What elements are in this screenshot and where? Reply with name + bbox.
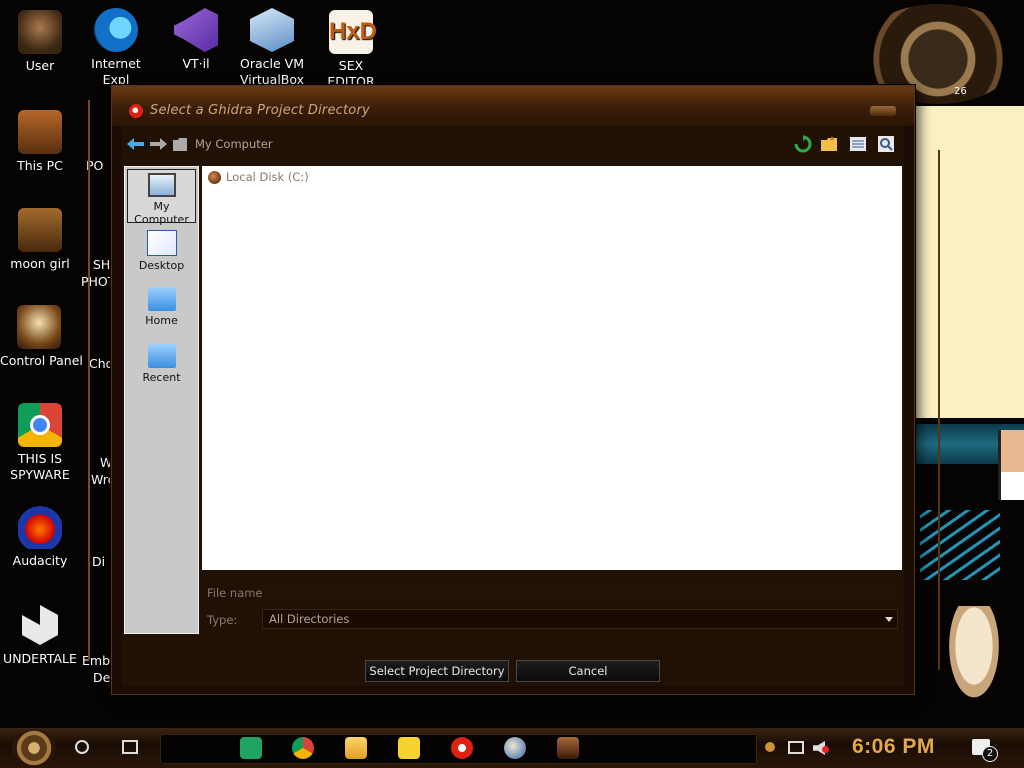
desktop-icon-moon-girl[interactable]: moon girl [0, 208, 80, 272]
control-panel-icon [17, 305, 61, 349]
type-select[interactable]: All Directories [262, 609, 898, 629]
place-label: Home [145, 314, 178, 327]
hxd-icon: HxD [329, 10, 377, 54]
sticky-notes-icon[interactable] [398, 737, 420, 759]
new-folder-icon[interactable] [820, 135, 838, 153]
file-name: Local Disk (C:) [226, 170, 309, 184]
desktop-icon-label: Audacity [12, 553, 68, 568]
place-recent[interactable]: Recent [127, 341, 196, 395]
show-hidden-icons-icon[interactable] [765, 742, 775, 752]
desktop-icon-label: UNDERTALE [3, 651, 77, 666]
filename-input[interactable] [262, 582, 898, 602]
dialog-toolbar: My Computer [122, 126, 904, 164]
cancel-button[interactable]: Cancel [516, 660, 660, 682]
desktop-icon-label: VT·il [182, 56, 210, 71]
visual-studio-icon [174, 8, 218, 52]
virtualbox-icon [250, 8, 294, 52]
taskbar-clock[interactable]: 6:06 PM [852, 735, 935, 759]
file-list[interactable]: Local Disk (C:) [202, 166, 902, 570]
recent-folder-icon [147, 344, 176, 368]
java-icon[interactable] [557, 737, 579, 759]
desktop-icon-label: Oracle VM [240, 56, 304, 71]
taskbar: 6:06 PM 2 [0, 728, 1024, 768]
desktop-icon-label: Internet Expl [91, 56, 141, 87]
desktop-icon-spyware[interactable]: THIS IS SPYWARE [0, 403, 80, 483]
ghidra-icon [129, 104, 143, 118]
chrome-icon[interactable] [292, 737, 314, 759]
mute-indicator-icon [822, 746, 829, 753]
desktop-icon-internet-explorer[interactable]: Internet Expl [76, 8, 156, 88]
wallpaper-figure [998, 430, 1024, 500]
disk-icon [208, 170, 221, 184]
place-label: Desktop [138, 259, 185, 272]
place-label: Recent [142, 371, 181, 384]
desktop-icon-label: This PC [17, 158, 63, 173]
desktop-icon-virtualbox[interactable]: Oracle VM VirtualBox [232, 8, 312, 88]
list-item[interactable]: Local Disk (C:) [208, 170, 309, 184]
select-project-directory-button[interactable]: Select Project Directory [365, 660, 509, 682]
desktop-icon-control-panel[interactable]: Control Panel [0, 305, 83, 369]
desktop-icon-label: User [25, 58, 55, 73]
start-button[interactable] [12, 730, 56, 766]
desktop-icon-audacity[interactable]: Audacity [0, 505, 80, 569]
place-home[interactable]: Home [127, 284, 196, 338]
task-view-icon[interactable] [122, 740, 138, 754]
place-label: My Computer [134, 200, 189, 226]
dialog-title: Select a Ghidra Project Directory [150, 103, 370, 118]
desktop-icon-undertale[interactable]: UNDERTALE [0, 603, 80, 667]
chrome-icon [18, 403, 62, 447]
desktop-icon-label: Control Panel [0, 353, 83, 368]
place-desktop[interactable]: Desktop [127, 227, 196, 281]
home-folder-icon [147, 287, 176, 311]
breadcrumb[interactable]: My Computer [195, 137, 273, 151]
dialog-titlebar[interactable]: Select a Ghidra Project Directory [112, 86, 914, 126]
computer-icon [147, 173, 176, 197]
wallpaper-frame-right [912, 150, 940, 670]
desktop-icon [146, 230, 177, 256]
filename-label: File name: [207, 586, 267, 600]
place-my-computer[interactable]: My Computer [127, 169, 196, 226]
search-icon[interactable] [75, 740, 89, 754]
dialog-body: My Computer My Computer Desktop Home Rec… [122, 126, 904, 686]
desktop-icon-sex-editor[interactable]: HxD SEX EDITOR [311, 10, 391, 90]
network-icon[interactable] [788, 741, 804, 754]
audacity-icon [18, 505, 62, 549]
up-folder-icon[interactable] [173, 137, 187, 151]
clock-day: 26 [954, 86, 967, 97]
file-explorer-icon[interactable] [345, 737, 367, 759]
list-view-icon[interactable] [849, 135, 867, 153]
desktop-icon-vtrail[interactable]: VT·il [156, 8, 236, 72]
type-select-value: All Directories [269, 612, 350, 626]
unity-icon [18, 603, 62, 647]
type-label: Type: [207, 613, 238, 627]
refresh-icon[interactable] [794, 135, 812, 153]
computer-icon [18, 110, 62, 154]
chevron-down-icon [885, 617, 893, 622]
places-sidebar: My Computer Desktop Home Recent [124, 166, 199, 634]
forward-arrow-icon[interactable] [150, 138, 167, 150]
hamster-image [945, 606, 1003, 706]
desktop-icon-label: moon girl [10, 256, 70, 271]
desktop-icon-label-line2: SPYWARE [10, 467, 70, 482]
paint-icon[interactable] [504, 737, 526, 759]
close-button[interactable] [870, 106, 896, 116]
edge-icon [94, 8, 138, 52]
desktop-icon-user[interactable]: User [0, 10, 80, 74]
notification-badge: 2 [982, 746, 998, 762]
sheets-icon[interactable] [240, 737, 262, 759]
details-view-icon[interactable] [877, 135, 895, 153]
ghidra-directory-dialog: Select a Ghidra Project Directory My Com… [111, 85, 915, 695]
desktop-icon-label: SEX [338, 58, 364, 73]
back-arrow-icon[interactable] [127, 138, 144, 150]
desktop-icon-label: THIS IS [17, 451, 63, 466]
ghidra-icon[interactable] [451, 737, 473, 759]
folder-icon [18, 208, 62, 252]
user-icon [18, 10, 62, 54]
desktop-icon-this-pc[interactable]: This PC [0, 110, 80, 174]
